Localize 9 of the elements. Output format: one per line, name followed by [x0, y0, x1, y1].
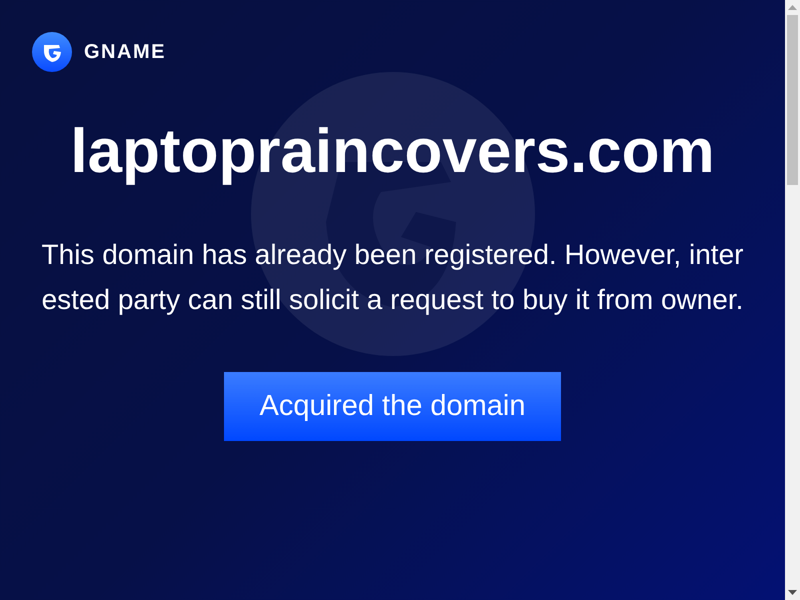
domain-title: laptopraincovers.com [70, 116, 715, 188]
scrollbar-thumb[interactable] [787, 15, 798, 185]
scrollbar[interactable] [785, 0, 800, 600]
logo-text: GNAME [84, 40, 166, 65]
domain-message: This domain has already been registered. However, interested party can still solicit a request to buy it from owner. [40, 238, 744, 317]
acquire-domain-button[interactable]: Acquired the domain [224, 372, 561, 441]
logo-icon [32, 32, 72, 72]
scroll-up-icon[interactable] [788, 5, 797, 10]
scroll-down-icon[interactable] [788, 590, 797, 595]
